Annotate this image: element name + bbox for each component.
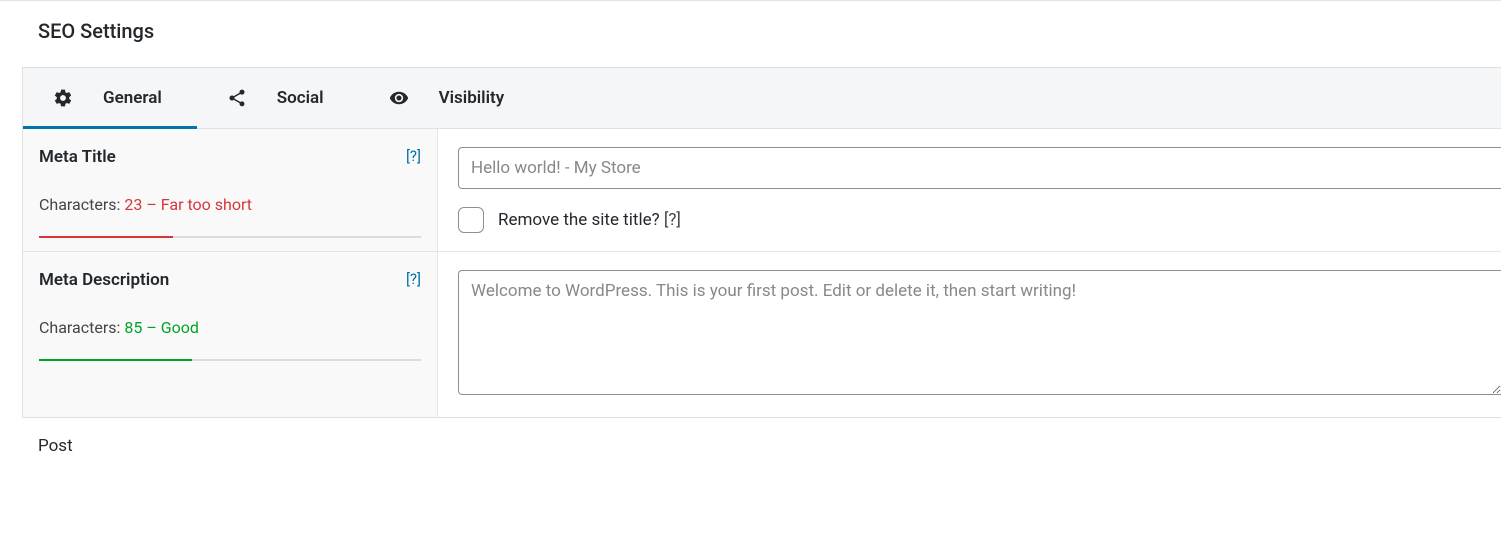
meta-title-progress-fill: [39, 236, 173, 238]
meta-title-input-col: Remove the site title? [?]: [438, 129, 1501, 251]
meta-description-input-col: [438, 252, 1501, 417]
meta-title-row: Meta Title [?] Characters: 23 – Far too …: [23, 129, 1501, 252]
meta-description-progress-fill: [39, 359, 192, 361]
meta-description-progress: [39, 359, 421, 361]
meta-description-row: Meta Description [?] Characters: 85 – Go…: [23, 252, 1501, 417]
meta-description-char-count: 85: [124, 318, 142, 337]
tab-social-label: Social: [277, 88, 324, 108]
meta-description-char-info: Characters: 85 – Good: [39, 318, 421, 337]
tabs: General Social Visibility: [23, 68, 1501, 129]
share-icon: [227, 88, 247, 108]
footer-post-label: Post: [0, 418, 1501, 460]
meta-title-label-col: Meta Title [?] Characters: 23 – Far too …: [23, 129, 438, 251]
meta-title-input[interactable]: [458, 147, 1501, 189]
meta-title-char-status: – Far too short: [142, 195, 252, 214]
gear-icon: [53, 88, 73, 108]
remove-site-title-checkbox[interactable]: [458, 207, 484, 233]
meta-description-label-col: Meta Description [?] Characters: 85 – Go…: [23, 252, 438, 417]
meta-title-char-count: 23: [124, 195, 142, 214]
remove-site-title-row: Remove the site title? [?]: [458, 207, 1501, 233]
tab-general-label: General: [103, 88, 162, 108]
meta-description-char-status: – Good: [142, 318, 199, 337]
tab-social[interactable]: Social: [197, 68, 359, 128]
remove-site-title-label-text: Remove the site title?: [498, 210, 660, 230]
tab-general[interactable]: General: [23, 68, 197, 128]
settings-container: General Social Visibility Meta Title [?]…: [22, 67, 1501, 418]
meta-title-progress: [39, 236, 421, 238]
meta-description-char-prefix: Characters:: [39, 318, 124, 337]
tab-visibility[interactable]: Visibility: [359, 68, 540, 128]
page-title: SEO Settings: [0, 1, 1501, 67]
meta-title-char-info: Characters: 23 – Far too short: [39, 195, 421, 214]
meta-description-label: Meta Description: [39, 270, 169, 290]
meta-title-label: Meta Title: [39, 147, 116, 167]
meta-title-help[interactable]: [?]: [406, 147, 421, 165]
meta-title-header: Meta Title [?]: [39, 147, 421, 167]
meta-description-input[interactable]: [458, 270, 1501, 395]
remove-site-title-label: Remove the site title? [?]: [498, 210, 681, 230]
meta-title-char-prefix: Characters:: [39, 195, 124, 214]
remove-site-title-help[interactable]: [?]: [664, 210, 681, 230]
meta-description-header: Meta Description [?]: [39, 270, 421, 290]
meta-description-help[interactable]: [?]: [406, 270, 421, 288]
tab-visibility-label: Visibility: [439, 88, 505, 108]
eye-icon: [389, 88, 409, 108]
